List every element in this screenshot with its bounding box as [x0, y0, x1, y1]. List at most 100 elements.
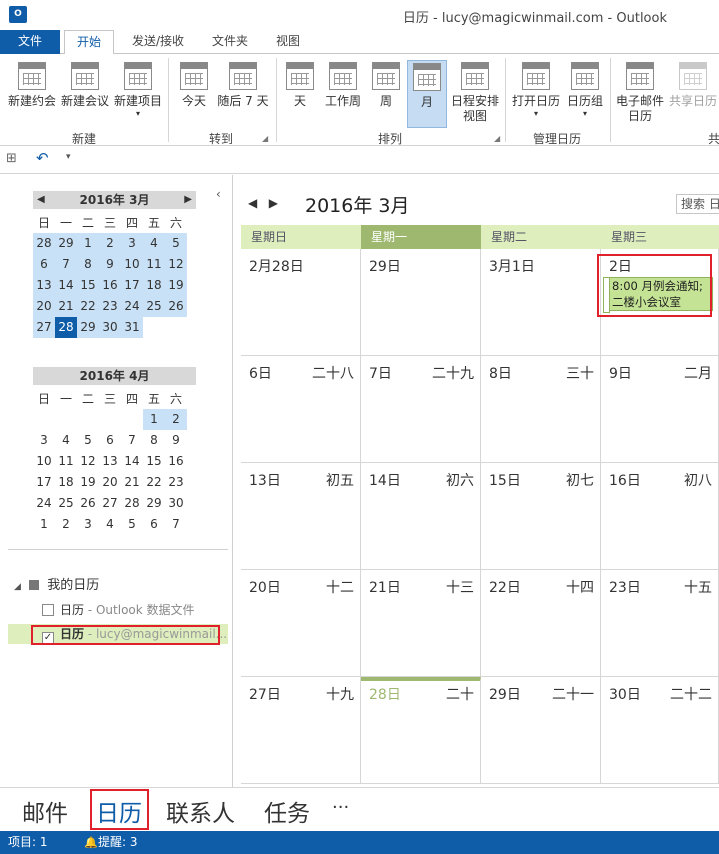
next-month-icon[interactable]: ▶ — [269, 196, 278, 210]
mini-day[interactable]: 10 — [33, 451, 55, 472]
day-cell[interactable]: 30日 二十二 — [601, 677, 719, 784]
mini-day[interactable]: 15 — [77, 275, 99, 296]
mini-day[interactable]: 24 — [33, 493, 55, 514]
day-view-button[interactable]: 天 — [282, 60, 318, 124]
work-week-view-button[interactable]: 工作周 — [320, 60, 366, 124]
customize-toolbar-icon[interactable]: ▾ — [66, 152, 71, 162]
today-button[interactable]: 今天 — [174, 60, 214, 124]
send-receive-icon[interactable]: ⊞ — [6, 151, 17, 166]
status-reminders[interactable]: 提醒: 3 — [98, 831, 138, 854]
mini-day[interactable]: 27 — [33, 317, 55, 338]
mini-day[interactable]: 18 — [143, 275, 165, 296]
mini-day[interactable]: 15 — [143, 451, 165, 472]
mini-day[interactable]: 22 — [143, 472, 165, 493]
nav-mail[interactable]: 邮件 — [22, 794, 68, 828]
next-month-icon[interactable]: ▶ — [184, 191, 192, 209]
tab-home[interactable]: 开始 — [64, 30, 114, 55]
schedule-view-button[interactable]: 日程安排 视图 — [450, 60, 500, 124]
mini-day[interactable]: 30 — [165, 493, 187, 514]
day-cell[interactable]: 20日 十二 — [241, 570, 361, 677]
collapse-triangle-icon[interactable]: ◢ — [14, 582, 21, 592]
mini-day[interactable]: 14 — [121, 451, 143, 472]
mini-day[interactable]: 13 — [99, 451, 121, 472]
mini-day[interactable]: 10 — [121, 254, 143, 275]
mini-day[interactable]: 5 — [165, 233, 187, 254]
mini-day[interactable]: 23 — [165, 472, 187, 493]
new-meeting-button[interactable]: 新建会议 — [59, 60, 111, 124]
day-cell[interactable]: 15日 初七 — [481, 463, 601, 570]
day-cell[interactable]: 9日 二月 — [601, 356, 719, 463]
mini-day[interactable]: 6 — [143, 514, 165, 535]
mini-day[interactable]: 3 — [33, 430, 55, 451]
mini-day[interactable]: 1 — [143, 409, 165, 430]
mini-day[interactable]: 17 — [33, 472, 55, 493]
tab-file[interactable]: 文件 — [0, 30, 60, 54]
mini-day[interactable]: 30 — [99, 317, 121, 338]
mini-day[interactable]: 12 — [165, 254, 187, 275]
day-cell[interactable]: 27日 十九 — [241, 677, 361, 784]
day-cell[interactable]: 8日 三十 — [481, 356, 601, 463]
mini-day[interactable]: 13 — [33, 275, 55, 296]
mini-day[interactable]: 4 — [143, 233, 165, 254]
day-cell[interactable]: 6日 二十八 — [241, 356, 361, 463]
mini-day[interactable]: 3 — [77, 514, 99, 535]
mini-day[interactable]: 4 — [55, 430, 77, 451]
day-cell[interactable]: 2月28日 — [241, 249, 361, 356]
mini-day[interactable]: 22 — [77, 296, 99, 317]
day-cell[interactable]: 7日 二十九 — [361, 356, 481, 463]
open-calendar-button[interactable]: 打开日历 ▾ — [510, 60, 562, 124]
my-calendars-group[interactable]: ◢ 我的日历 — [14, 574, 99, 593]
nav-tasks[interactable]: 任务 — [264, 794, 310, 828]
mini-day[interactable]: 26 — [165, 296, 187, 317]
day-cell[interactable]: 22日 十四 — [481, 570, 601, 677]
mini-day[interactable]: 23 — [99, 296, 121, 317]
mini-day[interactable]: 7 — [55, 254, 77, 275]
mini-day[interactable]: 9 — [99, 254, 121, 275]
mini-day[interactable]: 9 — [165, 430, 187, 451]
day-cell[interactable]: 28日 二十 — [361, 677, 481, 784]
tab-view[interactable]: 视图 — [266, 30, 310, 54]
week-view-button[interactable]: 周 — [366, 60, 406, 124]
mini-day[interactable]: 19 — [165, 275, 187, 296]
share-calendar-button[interactable]: 共享日历 — [667, 60, 719, 124]
mini-day[interactable]: 2 — [55, 514, 77, 535]
mini-day[interactable]: 27 — [99, 493, 121, 514]
mini-day[interactable]: 2 — [99, 233, 121, 254]
mini-day[interactable]: 29 — [55, 233, 77, 254]
mini-day[interactable]: 11 — [55, 451, 77, 472]
tab-send-receive[interactable]: 发送/接收 — [122, 30, 194, 54]
mini-day[interactable]: 8 — [143, 430, 165, 451]
month-view-button[interactable]: 月 — [407, 60, 447, 128]
mini-day[interactable]: 8 — [77, 254, 99, 275]
mini-day[interactable]: 4 — [99, 514, 121, 535]
mini-day[interactable]: 24 — [121, 296, 143, 317]
nav-people[interactable]: 联系人 — [166, 794, 235, 828]
mini-day[interactable]: 17 — [121, 275, 143, 296]
mini-day[interactable]: 26 — [77, 493, 99, 514]
mini-day[interactable]: 25 — [55, 493, 77, 514]
prev-month-icon[interactable]: ◀ — [37, 191, 45, 209]
mini-day[interactable]: 28 — [55, 317, 77, 338]
mini-day[interactable]: 16 — [99, 275, 121, 296]
mini-day[interactable]: 28 — [121, 493, 143, 514]
day-cell[interactable]: 14日 初六 — [361, 463, 481, 570]
calendar-item-outlook[interactable]: 日历 - Outlook 数据文件 — [8, 600, 228, 620]
day-cell[interactable]: 29日 二十一 — [481, 677, 601, 784]
mini-day[interactable]: 29 — [77, 317, 99, 338]
tab-folder[interactable]: 文件夹 — [200, 30, 260, 54]
new-items-button[interactable]: 新建项目 ▾ — [112, 60, 164, 124]
search-input[interactable]: 搜索 日 — [676, 194, 719, 214]
mini-day[interactable]: 1 — [77, 233, 99, 254]
mini-day[interactable]: 1 — [33, 514, 55, 535]
undo-icon[interactable]: ↶ — [36, 149, 49, 167]
mini-day[interactable]: 29 — [143, 493, 165, 514]
day-cell[interactable]: 16日 初八 — [601, 463, 719, 570]
mini-day[interactable]: 7 — [165, 514, 187, 535]
mini-day[interactable]: 2 — [165, 409, 187, 430]
nav-more-icon[interactable]: ··· — [332, 797, 349, 818]
new-appointment-button[interactable]: 新建约会 — [6, 60, 58, 124]
day-cell[interactable]: 3月1日 — [481, 249, 601, 356]
mini-day[interactable]: 11 — [143, 254, 165, 275]
group-checkbox[interactable] — [29, 580, 40, 590]
prev-month-icon[interactable]: ◀ — [248, 196, 257, 210]
